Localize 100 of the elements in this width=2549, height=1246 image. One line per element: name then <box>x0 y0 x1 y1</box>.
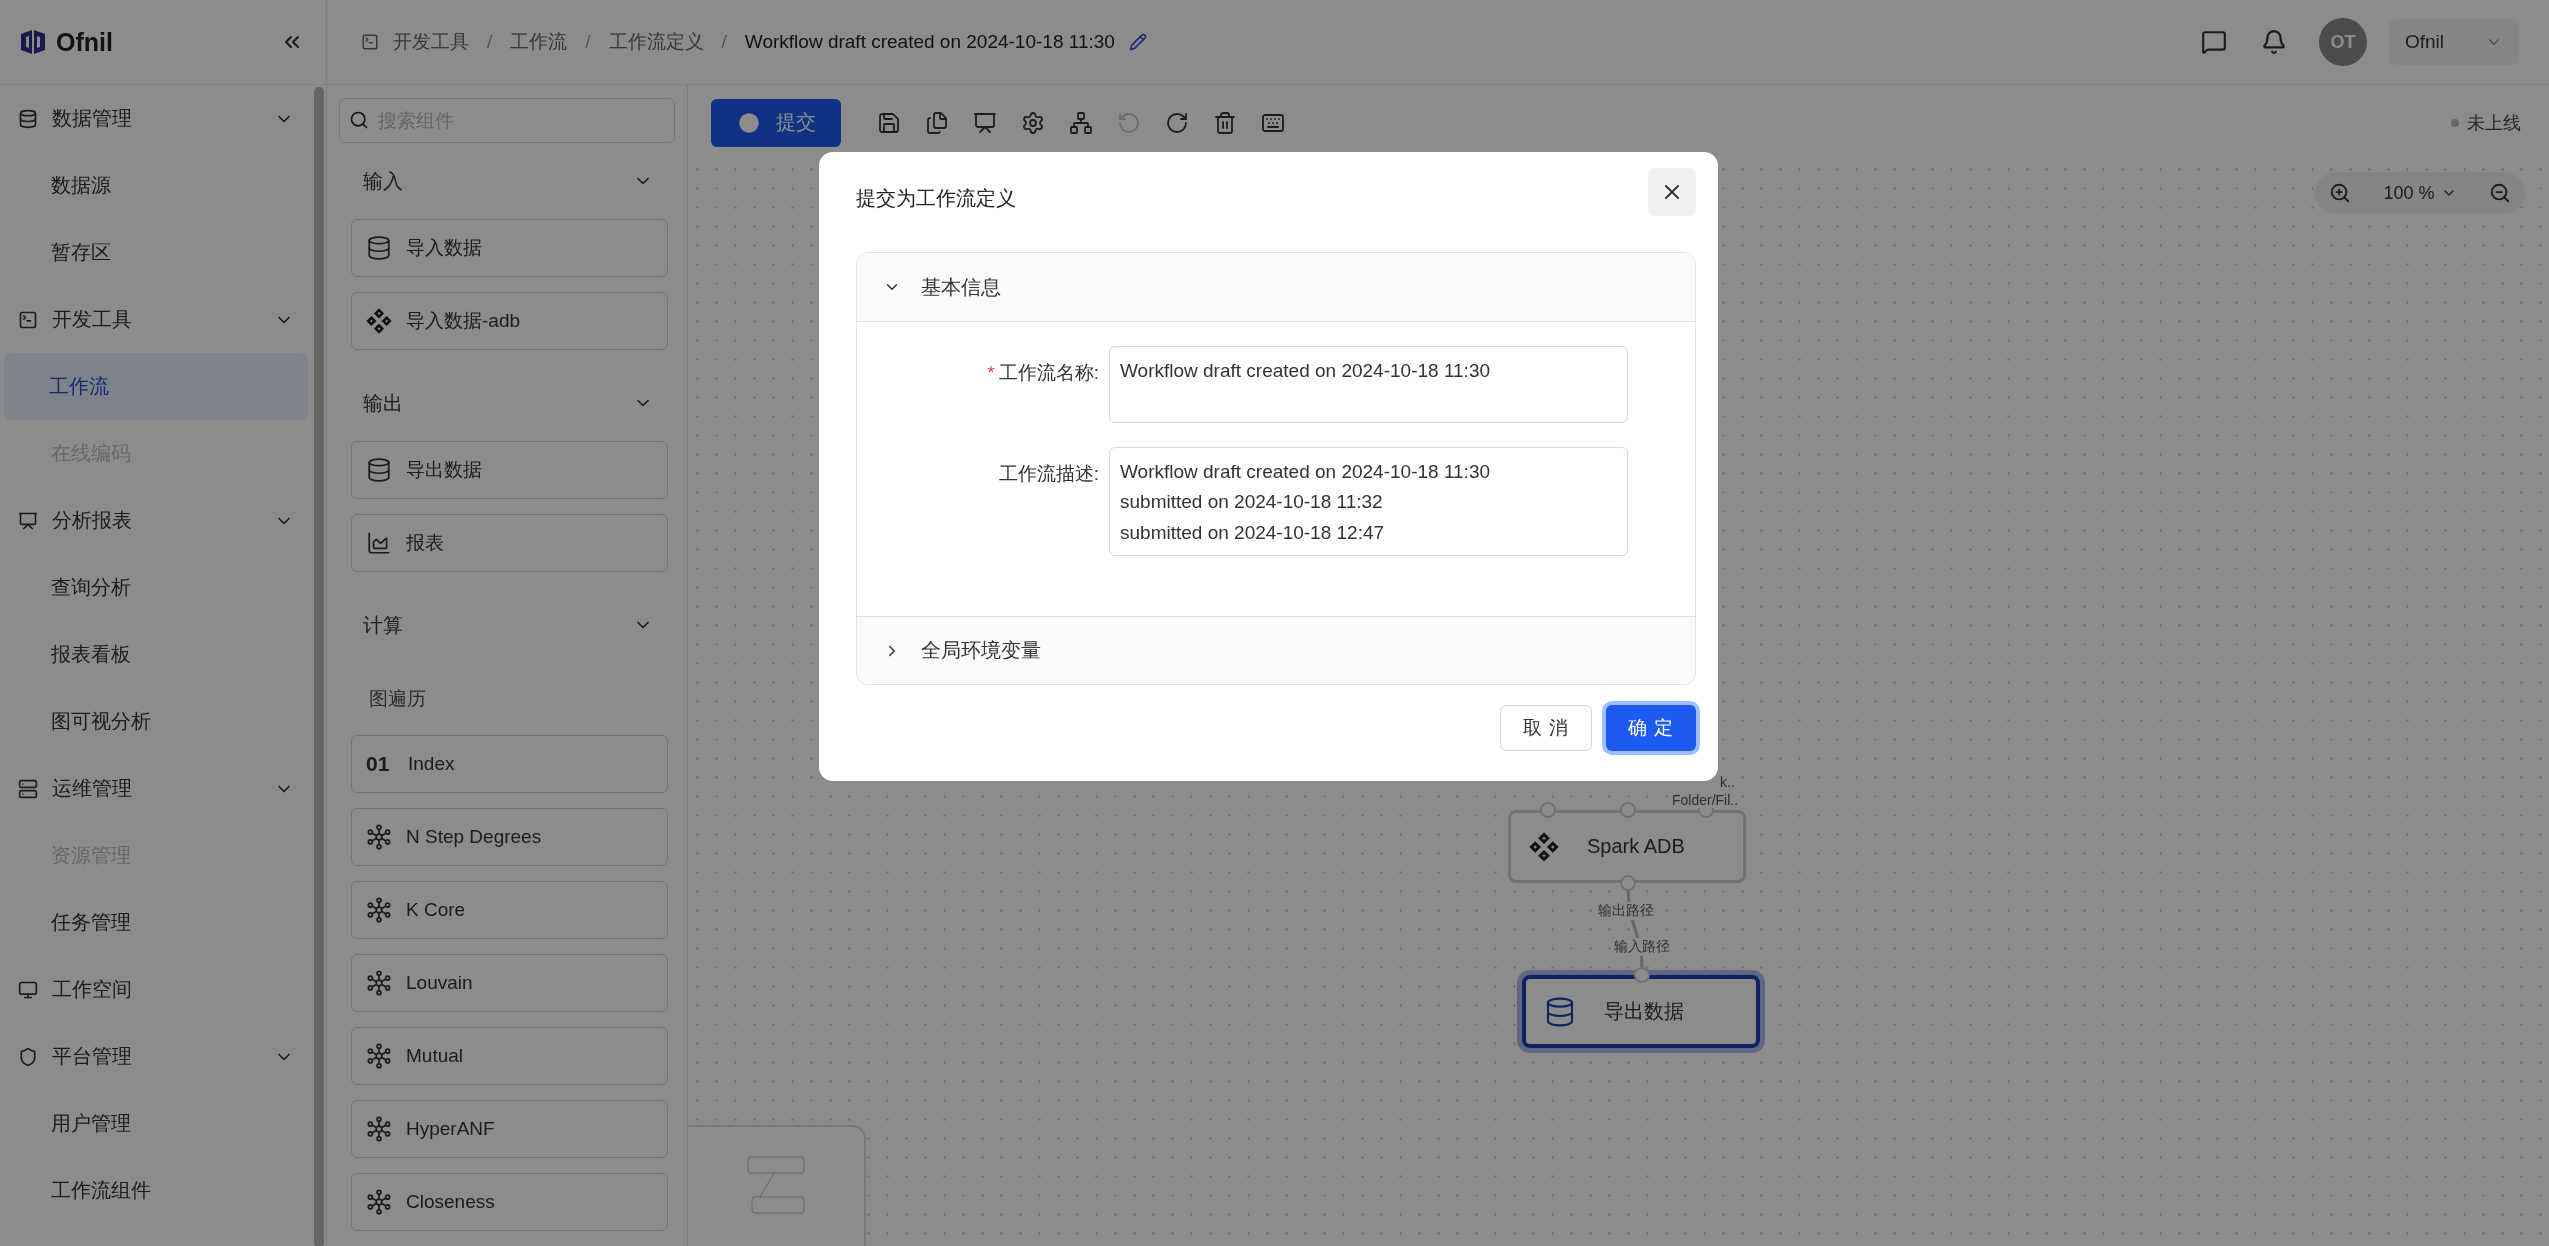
cancel-button[interactable]: 取 消 <box>1500 705 1592 751</box>
component-card[interactable]: K Core <box>351 881 668 939</box>
graph-icon <box>366 897 392 923</box>
field-label: * 工作流名称: <box>986 361 1099 385</box>
diamond-cluster-icon <box>366 308 392 334</box>
bell-icon <box>2261 29 2287 55</box>
submenu-item[interactable]: 用户管理 <box>0 1090 314 1157</box>
description-field[interactable]: Workflow draft created on 2024-10-18 11:30 submitted on 2024-10-18 11:32 submitted on 2024-10-18 12:47 <box>1109 447 1628 556</box>
terminal-icon <box>18 309 38 330</box>
section-header[interactable]: 基本信息 <box>857 253 1695 321</box>
breadcrumb-link[interactable]: 工作流 <box>510 29 568 55</box>
copy-button[interactable] <box>925 110 949 135</box>
shield-icon <box>18 1046 38 1067</box>
node-port[interactable] <box>1634 967 1650 983</box>
graph-icon <box>366 970 392 996</box>
component-card[interactable]: N Step Degrees <box>351 808 668 866</box>
palette-group-header[interactable]: 输入 <box>327 143 687 219</box>
delete-button[interactable] <box>1213 110 1237 135</box>
palette-group-header[interactable]: 计算 <box>327 587 687 663</box>
save-icon <box>877 110 901 135</box>
zoom-in-button[interactable] <box>2329 182 2351 204</box>
dialog-title: 提交为工作流定义 <box>856 185 1016 211</box>
database-icon <box>1544 995 1576 1028</box>
diamond-cluster-icon <box>1529 831 1559 862</box>
edge-label: 输入路径 <box>1614 938 1670 956</box>
submenu-item[interactable]: 工作流组件 <box>0 1157 314 1224</box>
zoom-out-icon <box>2489 182 2511 204</box>
graph-icon <box>366 1116 392 1142</box>
component-card[interactable]: HyperANF <box>351 1100 668 1158</box>
component-card[interactable]: 01 Index <box>351 735 668 793</box>
index-label: 01 <box>366 752 391 776</box>
component-card[interactable]: 导入数据-adb <box>351 292 668 350</box>
submit-button[interactable]: 提交 <box>711 98 841 147</box>
database-icon <box>366 235 392 261</box>
save-button[interactable] <box>877 110 901 135</box>
settings-button[interactable] <box>1021 110 1045 135</box>
pencil-icon <box>1128 33 1147 51</box>
server-icon <box>18 778 38 799</box>
workflow-node[interactable]: Spark ADB <box>1508 810 1746 883</box>
component-card[interactable]: 导入数据 <box>351 219 668 277</box>
preview-button[interactable] <box>973 110 997 135</box>
component-card[interactable]: Louvain <box>351 954 668 1012</box>
submenu-item[interactable]: 暂存区 <box>0 219 314 286</box>
component-card[interactable]: 导出数据 <box>351 441 668 499</box>
message-icon <box>2201 29 2227 55</box>
submenu-item[interactable]: 任务管理 <box>0 889 314 956</box>
name-field[interactable]: Workflow draft created on 2024-10-18 11:30 <box>1109 346 1628 423</box>
breadcrumb-link[interactable]: 开发工具 <box>393 29 469 55</box>
component-card[interactable]: Mutual <box>351 1027 668 1085</box>
chart-icon <box>366 530 392 556</box>
node-port[interactable] <box>1540 802 1556 818</box>
user-avatar: OT <box>2319 18 2367 66</box>
edit-button[interactable] <box>1128 33 1147 51</box>
breadcrumb-separator: / <box>487 31 493 53</box>
layout-icon <box>1069 110 1093 135</box>
status-dot <box>2451 118 2459 127</box>
notification-button[interactable] <box>2261 29 2287 55</box>
database-icon <box>18 108 38 129</box>
node-port[interactable] <box>1620 875 1636 891</box>
submenu-item[interactable]: 工作流 <box>4 353 308 420</box>
node-port[interactable] <box>1620 802 1636 818</box>
breadcrumb-link[interactable]: 工作流定义 <box>608 29 704 55</box>
copy-icon <box>925 110 949 135</box>
zoom-in-icon <box>2329 182 2351 204</box>
zoom-out-button[interactable] <box>2489 182 2511 204</box>
close-button[interactable] <box>1648 168 1696 216</box>
breadcrumb-link[interactable]: Workflow draft created on 2024-10-18 11:30 <box>744 31 1115 53</box>
submenu-item[interactable]: 图可视分析 <box>0 688 314 755</box>
graph-icon <box>366 824 392 850</box>
menu-item[interactable]: 工作空间 <box>0 956 314 1023</box>
menu-item[interactable]: 开发工具 <box>0 286 314 353</box>
search-icon <box>349 110 369 130</box>
layout-button[interactable] <box>1069 110 1093 135</box>
palette-subheading: 图遍历 <box>368 687 427 711</box>
menu-item[interactable]: 平台管理 <box>0 1023 314 1090</box>
edge-label: Folder/Fil.. <box>1672 792 1739 808</box>
menu-item[interactable]: 数据管理 <box>0 85 314 152</box>
menu-item[interactable]: 分析报表 <box>0 487 314 554</box>
submenu-item[interactable]: 数据源 <box>0 152 314 219</box>
terminal-icon <box>361 33 379 51</box>
menu-item[interactable]: 运维管理 <box>0 755 314 822</box>
message-button[interactable] <box>2201 29 2227 55</box>
section-header[interactable]: 全局环境变量 <box>857 616 1695 684</box>
delete-icon <box>1213 110 1237 135</box>
user-select[interactable]: Ofnil <box>2389 19 2519 65</box>
status-label: 未上线 <box>2451 110 2521 135</box>
redo-button[interactable] <box>1165 110 1189 135</box>
component-card[interactable]: Closeness <box>351 1173 668 1231</box>
graph-icon <box>366 1189 392 1215</box>
app-name: Ofnil <box>56 27 113 57</box>
database-icon <box>366 457 392 483</box>
submenu-item[interactable]: 查询分析 <box>0 554 314 621</box>
graph-icon <box>366 1043 392 1069</box>
submenu-item[interactable]: 报表看板 <box>0 621 314 688</box>
undo-icon <box>1117 110 1141 135</box>
logo-icon <box>18 28 48 56</box>
palette-group-header[interactable]: 输出 <box>327 365 687 441</box>
component-card[interactable]: 报表 <box>351 514 668 572</box>
present-icon <box>973 110 997 135</box>
edge-label: k.. <box>1720 774 1735 790</box>
